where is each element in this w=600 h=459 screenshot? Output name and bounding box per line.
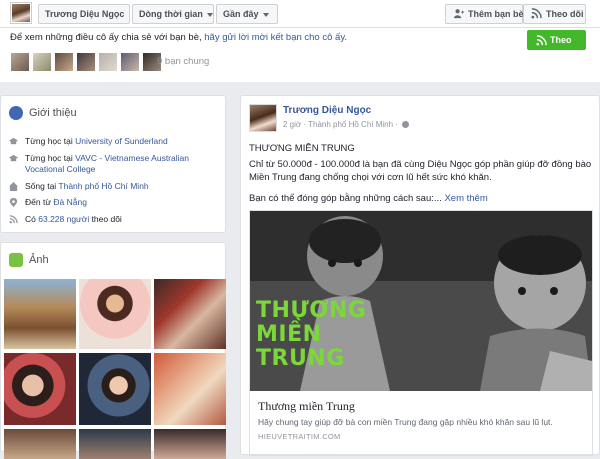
follow-label: Theo dõi xyxy=(546,9,584,19)
recent-label: Gần đây xyxy=(223,9,259,19)
follow-button[interactable]: Theo dõi xyxy=(523,4,586,24)
friend-avatar[interactable] xyxy=(120,52,140,72)
overlay-line-1: THƯƠNG xyxy=(256,298,367,323)
post-location[interactable]: Thành phố Hồ Chí Minh xyxy=(308,120,393,129)
intro-prefix: Sống tại xyxy=(25,181,59,191)
friend-avatar[interactable] xyxy=(54,52,74,72)
profile-name-button[interactable]: Trương Diệu Ngọc xyxy=(38,4,130,24)
preview-image[interactable]: THƯƠNG MIỀN TRUNG xyxy=(250,211,592,391)
author-avatar[interactable] xyxy=(249,104,277,132)
photo-thumbnail[interactable] xyxy=(79,353,151,425)
add-friend-label: Thêm bạn bè xyxy=(468,9,524,19)
friend-avatar[interactable] xyxy=(98,52,118,72)
friend-avatar[interactable] xyxy=(10,52,30,72)
see-more-link[interactable]: Xem thêm xyxy=(444,193,487,204)
globe-icon xyxy=(9,106,23,120)
add-friend-button[interactable]: Thêm bạn bè xyxy=(445,4,524,24)
school-link[interactable]: University of Sunderland xyxy=(75,136,168,146)
graduation-cap-icon xyxy=(9,137,18,145)
profile-thumbnail[interactable] xyxy=(10,2,32,24)
follow-green-button[interactable]: Theo dõi xyxy=(527,30,586,63)
preview-title[interactable]: Thương miền Trung xyxy=(258,399,355,414)
home-icon xyxy=(9,182,18,191)
intro-header: Giới thiệu xyxy=(9,106,77,122)
photo-thumbnail[interactable] xyxy=(154,279,226,349)
profile-name-label: Trương Diệu Ngọc xyxy=(45,9,125,19)
photo-thumbnail[interactable] xyxy=(154,429,226,459)
overlay-line-3: TRUNG xyxy=(256,346,345,371)
post-body: Chỉ từ 50.000đ - 100.000đ là bạn đã cùng… xyxy=(249,159,592,183)
photos-header: Ảnh xyxy=(9,253,49,269)
preview-description: Hãy chung tay giúp đỡ bà con miền Trung … xyxy=(258,417,553,427)
post-more-row: Bạn có thể đóng góp bằng những cách sau:… xyxy=(249,193,488,204)
photo-thumbnail[interactable] xyxy=(4,429,76,459)
followers-link[interactable]: 63.228 người xyxy=(38,214,89,224)
timeline-label: Dòng thời gian xyxy=(139,9,203,19)
intro-title: Giới thiệu xyxy=(29,107,77,119)
photo-thumbnail[interactable] xyxy=(4,279,76,349)
photo-thumbnail[interactable] xyxy=(4,353,76,425)
map-pin-icon xyxy=(9,198,18,207)
post-heading: THƯƠNG MIỀN TRUNG xyxy=(249,143,355,154)
intro-prefix: Đến từ xyxy=(25,197,54,207)
post-meta: 2 giờ · Thành phố Hồ Chí Minh · xyxy=(283,120,410,129)
hometown-link[interactable]: Đà Nẵng xyxy=(53,197,87,207)
timeline-dropdown[interactable]: Dòng thời gian xyxy=(132,4,214,24)
mutual-friends-count[interactable]: 9 bạn chung xyxy=(157,56,209,67)
post-more-text: Bạn có thể đóng góp bằng những cách sau:… xyxy=(249,193,442,204)
photos-card: Ảnh xyxy=(0,242,226,459)
link-preview-card[interactable]: THƯƠNG MIỀN TRUNG Thương miền Trung Hãy … xyxy=(249,210,593,456)
recent-dropdown[interactable]: Gần đây xyxy=(216,4,278,24)
send-friend-request-link[interactable]: hãy gửi lời mời kết bạn cho cô ấy. xyxy=(204,32,347,43)
intro-prefix: Có xyxy=(25,214,39,224)
rss-icon xyxy=(531,8,542,19)
intro-suffix: theo dõi xyxy=(89,214,122,224)
profile-nav-bar: Trương Diệu Ngọc Dòng thời gian Gần đây … xyxy=(0,0,600,28)
photo-thumbnail[interactable] xyxy=(154,353,226,425)
photos-title: Ảnh xyxy=(29,254,49,266)
friend-avatar[interactable] xyxy=(76,52,96,72)
overlay-line-2: MIỀN xyxy=(256,322,322,347)
rss-icon xyxy=(536,35,547,46)
photo-thumbnail[interactable] xyxy=(79,279,151,349)
photo-icon xyxy=(9,253,23,267)
prompt-text: Để xem những điều cô ấy chia sẻ với bạn … xyxy=(10,32,205,43)
post-card: Trương Diệu Ngọc 2 giờ · Thành phố Hồ Ch… xyxy=(240,95,600,456)
intro-card: Giới thiệu Từng học tại University of Su… xyxy=(0,95,226,233)
intro-prefix: Từng học tại xyxy=(25,136,76,146)
post-author-name[interactable]: Trương Diệu Ngọc xyxy=(283,105,371,116)
chevron-down-icon xyxy=(206,12,213,17)
photo-thumbnail[interactable] xyxy=(79,429,151,459)
city-link[interactable]: Thành phố Hồ Chí Minh xyxy=(58,181,148,191)
intro-prefix: Từng học tại xyxy=(25,153,76,163)
rss-icon xyxy=(9,215,18,224)
preview-overlay-text: THƯƠNG MIỀN TRUNG xyxy=(256,299,367,371)
post-time[interactable]: 2 giờ xyxy=(283,120,301,129)
chevron-down-icon xyxy=(262,12,269,17)
preview-domain: HIEUVETRAITIM.COM xyxy=(258,432,341,441)
friend-request-prompt: Để xem những điều cô ấy chia sẻ với bạn … xyxy=(10,32,347,43)
graduation-cap-icon xyxy=(9,154,18,162)
globe-icon xyxy=(402,121,410,129)
add-friend-icon xyxy=(453,9,464,19)
friend-avatar[interactable] xyxy=(32,52,52,72)
